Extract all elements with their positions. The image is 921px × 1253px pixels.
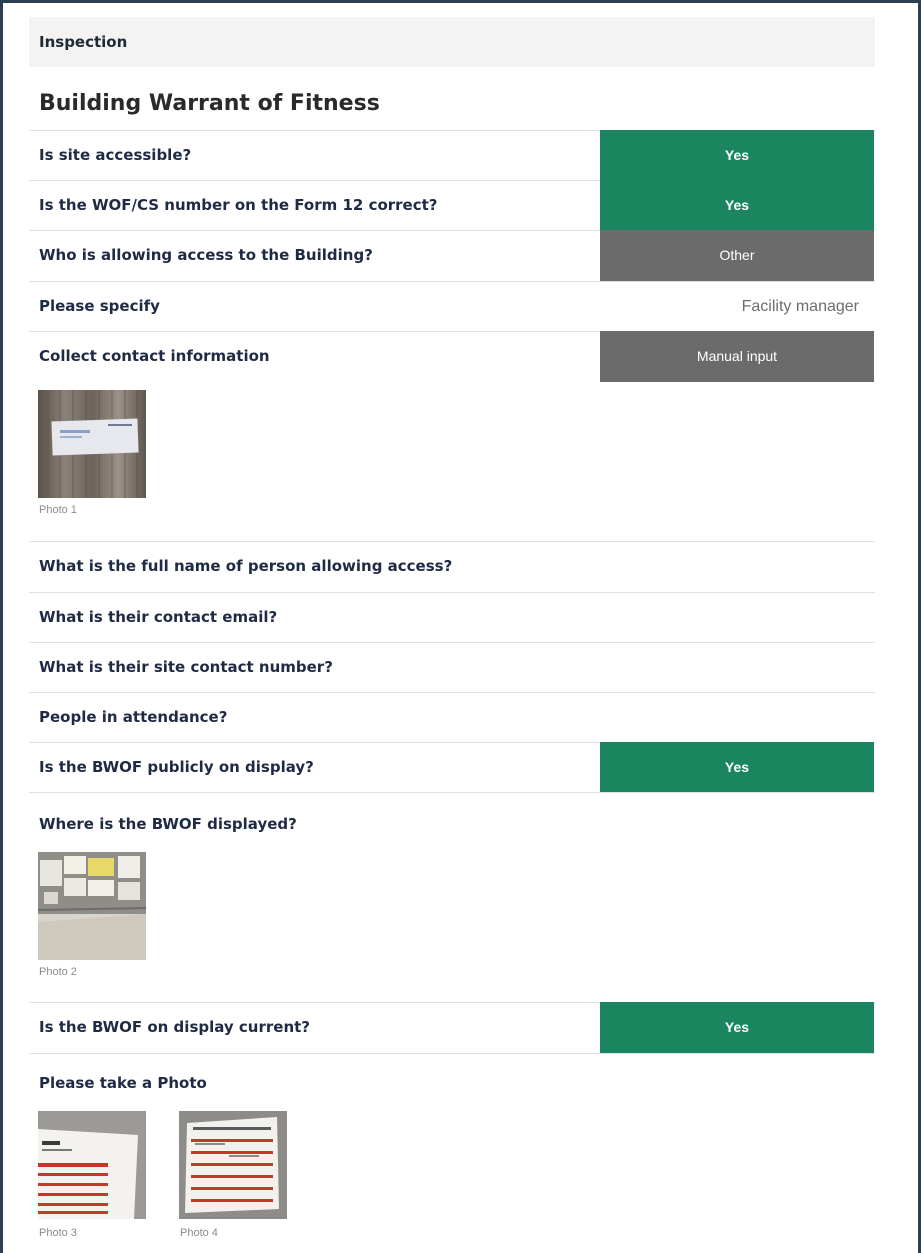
answer-badge[interactable]: Yes [600,742,874,793]
question-label: What is the full name of person allowing… [39,557,453,575]
answer-badge[interactable]: Manual input [600,331,874,382]
section-header: Inspection [29,17,875,67]
question-row-site-accessible: Is site accessible? Yes [29,130,875,181]
question-label: What is their contact email? [39,608,278,626]
photo-caption: Photo 3 [39,1227,77,1239]
question-label: Collect contact information [39,347,270,365]
photo-thumbnail[interactable] [38,390,146,498]
question-row-please-specify: Please specify Facility manager [29,281,875,331]
question-label-take-photo: Please take a Photo [39,1074,207,1092]
question-row-access-by: Who is allowing access to the Building? … [29,230,875,281]
question-label: Who is allowing access to the Building? [39,246,373,264]
answer-badge[interactable]: Yes [600,1002,874,1053]
photo-thumbnail[interactable] [38,1111,146,1219]
question-label: Please specify [39,297,160,315]
divider [29,792,875,793]
question-label: Is the BWOF on display current? [39,1018,310,1036]
window-frame-top [0,0,921,3]
photo-caption: Photo 2 [39,966,77,978]
answer-badge[interactable]: Other [600,230,874,281]
question-row-full-name: What is the full name of person allowing… [29,542,875,592]
window-frame-left [0,0,3,1253]
question-label: Is the BWOF publicly on display? [39,758,314,776]
question-row-contact-info: Collect contact information Manual input [29,331,875,382]
photo-thumbnail[interactable] [38,852,146,960]
page-title: Building Warrant of Fitness [39,91,380,116]
question-row-contact-email: What is their contact email? [29,592,875,642]
question-row-bwof-current: Is the BWOF on display current? Yes [29,1002,875,1053]
photo-thumbnail[interactable] [179,1111,287,1219]
question-row-bwof-display: Is the BWOF publicly on display? Yes [29,742,875,793]
answer-badge[interactable]: Yes [600,180,874,231]
answer-badge[interactable]: Yes [600,130,874,181]
question-label: What is their site contact number? [39,658,333,676]
question-row-wof-number: Is the WOF/CS number on the Form 12 corr… [29,180,875,231]
question-label: Is site accessible? [39,146,192,164]
question-row-contact-number: What is their site contact number? [29,642,875,692]
question-label: Is the WOF/CS number on the Form 12 corr… [39,196,438,214]
divider [29,1053,875,1054]
answer-text: Facility manager [741,298,859,315]
photo-caption: Photo 4 [180,1227,218,1239]
question-label-bwof-location: Where is the BWOF displayed? [39,815,297,833]
photo-caption: Photo 1 [39,504,77,516]
question-row-attendance: People in attendance? [29,692,875,742]
question-label: People in attendance? [39,708,228,726]
